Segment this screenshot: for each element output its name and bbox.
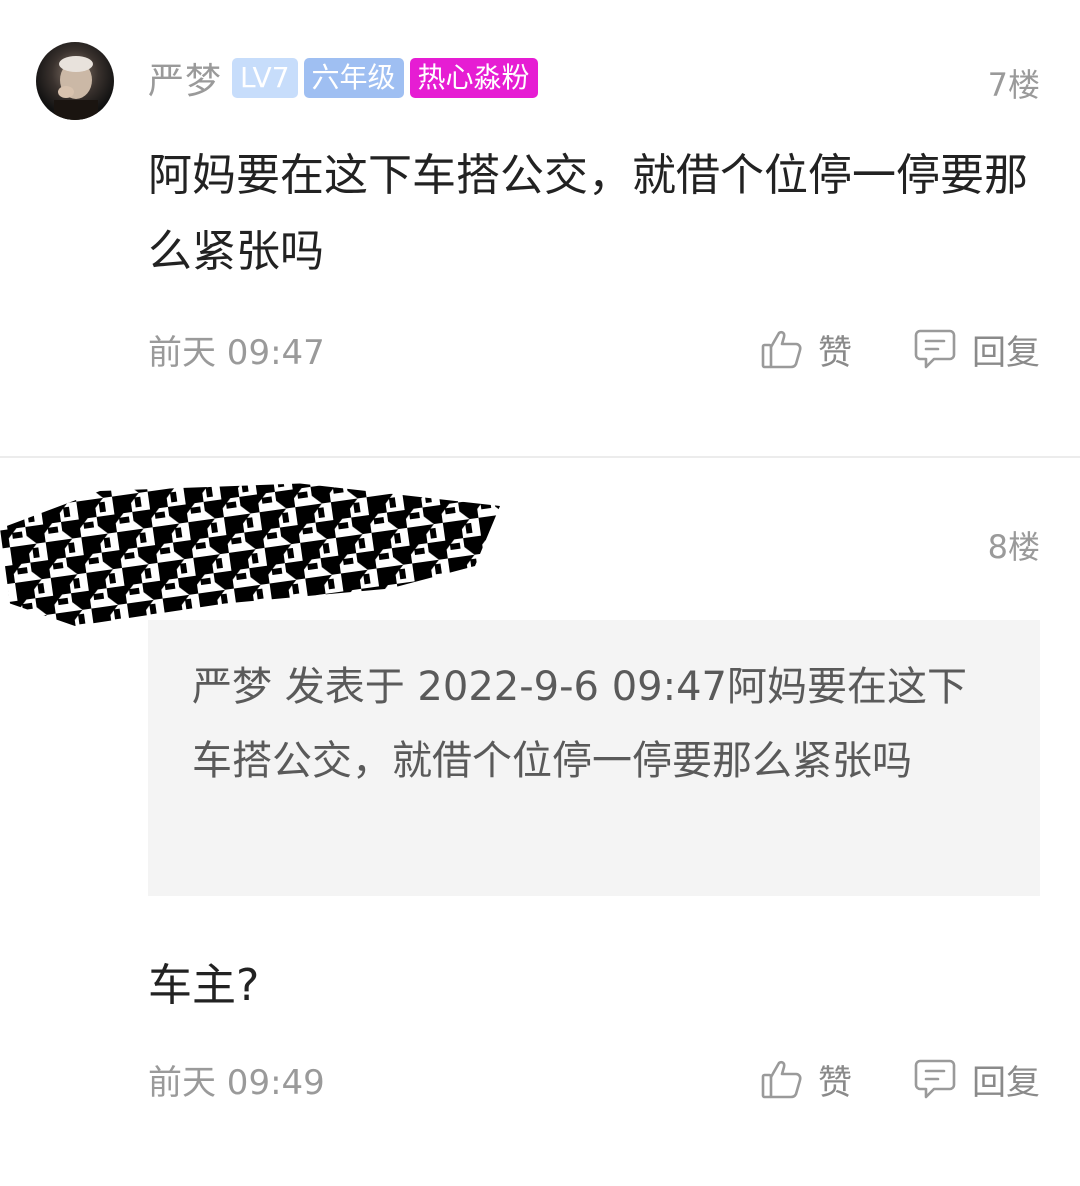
comment-post-7: 严梦 LV7 六年级 热心淼粉 7楼 阿妈要在这下车搭公交，就借个位停一停要那么… <box>0 0 1080 456</box>
post-time: 前天 09:47 <box>148 332 325 373</box>
like-button[interactable]: 赞 <box>760 325 852 374</box>
floor-number: 7楼 <box>987 66 1040 104</box>
reply-label: 回复 <box>972 332 1040 373</box>
reply-button[interactable]: 回复 <box>912 325 1040 374</box>
thumbs-up-icon <box>761 1060 802 1099</box>
thumbs-up-icon <box>761 330 802 369</box>
user-avatar[interactable] <box>36 42 114 120</box>
comment-meta: 前天 09:47 赞 回复 <box>148 324 1040 374</box>
user-info: 严梦 LV7 六年级 热心淼粉 <box>148 56 544 102</box>
comment-text: 阿妈要在这下车搭公交，就借个位停一停要那么紧张吗 <box>148 150 1028 277</box>
fan-badge: 热心淼粉 <box>409 58 538 98</box>
comment-meta: 前天 09:49 赞 回复 <box>148 1054 1040 1104</box>
like-button[interactable]: 赞 <box>760 1055 852 1104</box>
like-label: 赞 <box>818 332 852 373</box>
comment-icon <box>914 1059 956 1099</box>
comment-text: 车主? <box>148 960 260 1011</box>
floor-number: 8楼 <box>987 528 1040 566</box>
like-label: 赞 <box>818 1062 852 1103</box>
post-time: 前天 09:49 <box>148 1062 325 1103</box>
reply-label: 回复 <box>972 1062 1040 1103</box>
quoted-reply: 严梦 发表于 2022-9-6 09:47阿妈要在这下车搭公交，就借个位停一停要… <box>148 620 1040 896</box>
grade-badge: 六年级 <box>303 58 404 98</box>
redacted-user-info <box>0 483 500 626</box>
username[interactable]: 严梦 <box>148 52 222 104</box>
level-badge: LV7 <box>232 58 298 98</box>
reply-button[interactable]: 回复 <box>912 1055 1040 1104</box>
comment-icon <box>914 329 956 369</box>
quote-text: 严梦 发表于 2022-9-6 09:47阿妈要在这下车搭公交，就借个位停一停要… <box>192 664 967 784</box>
comment-post-8: 8楼 严梦 发表于 2022-9-6 09:47阿妈要在这下车搭公交，就借个位停… <box>0 458 1080 1186</box>
